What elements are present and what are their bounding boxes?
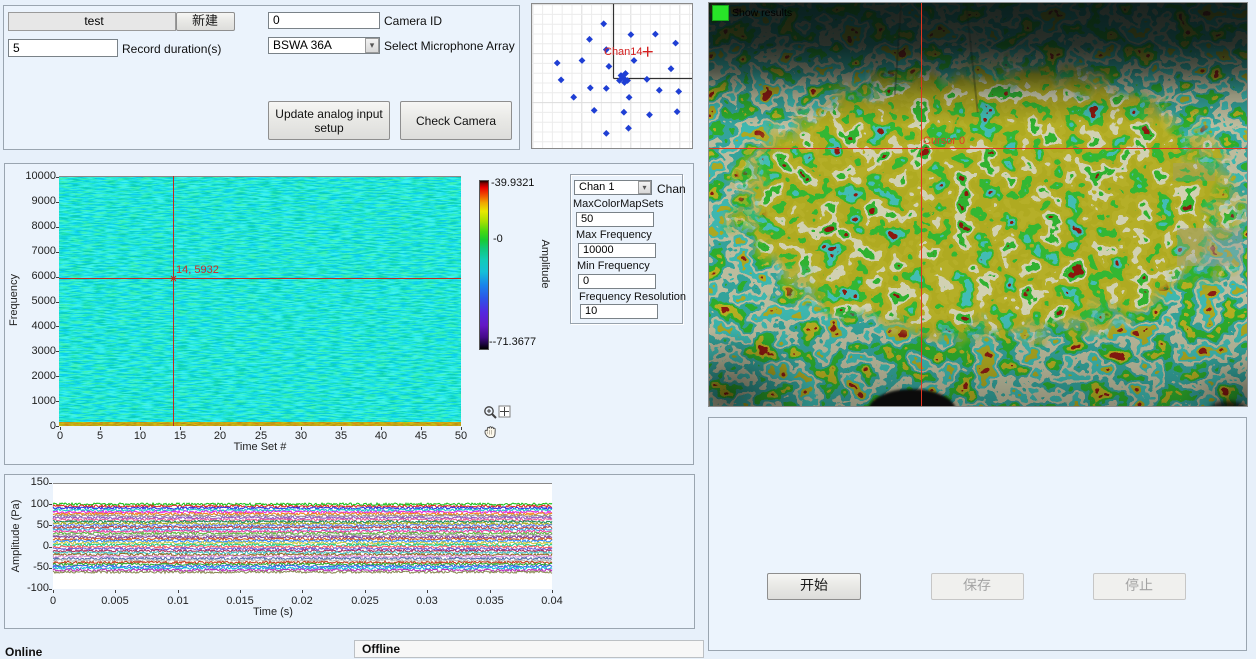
- svg-text:14, 5932: 14, 5932: [176, 264, 219, 276]
- svg-text:Chan14: Chan14: [604, 46, 643, 58]
